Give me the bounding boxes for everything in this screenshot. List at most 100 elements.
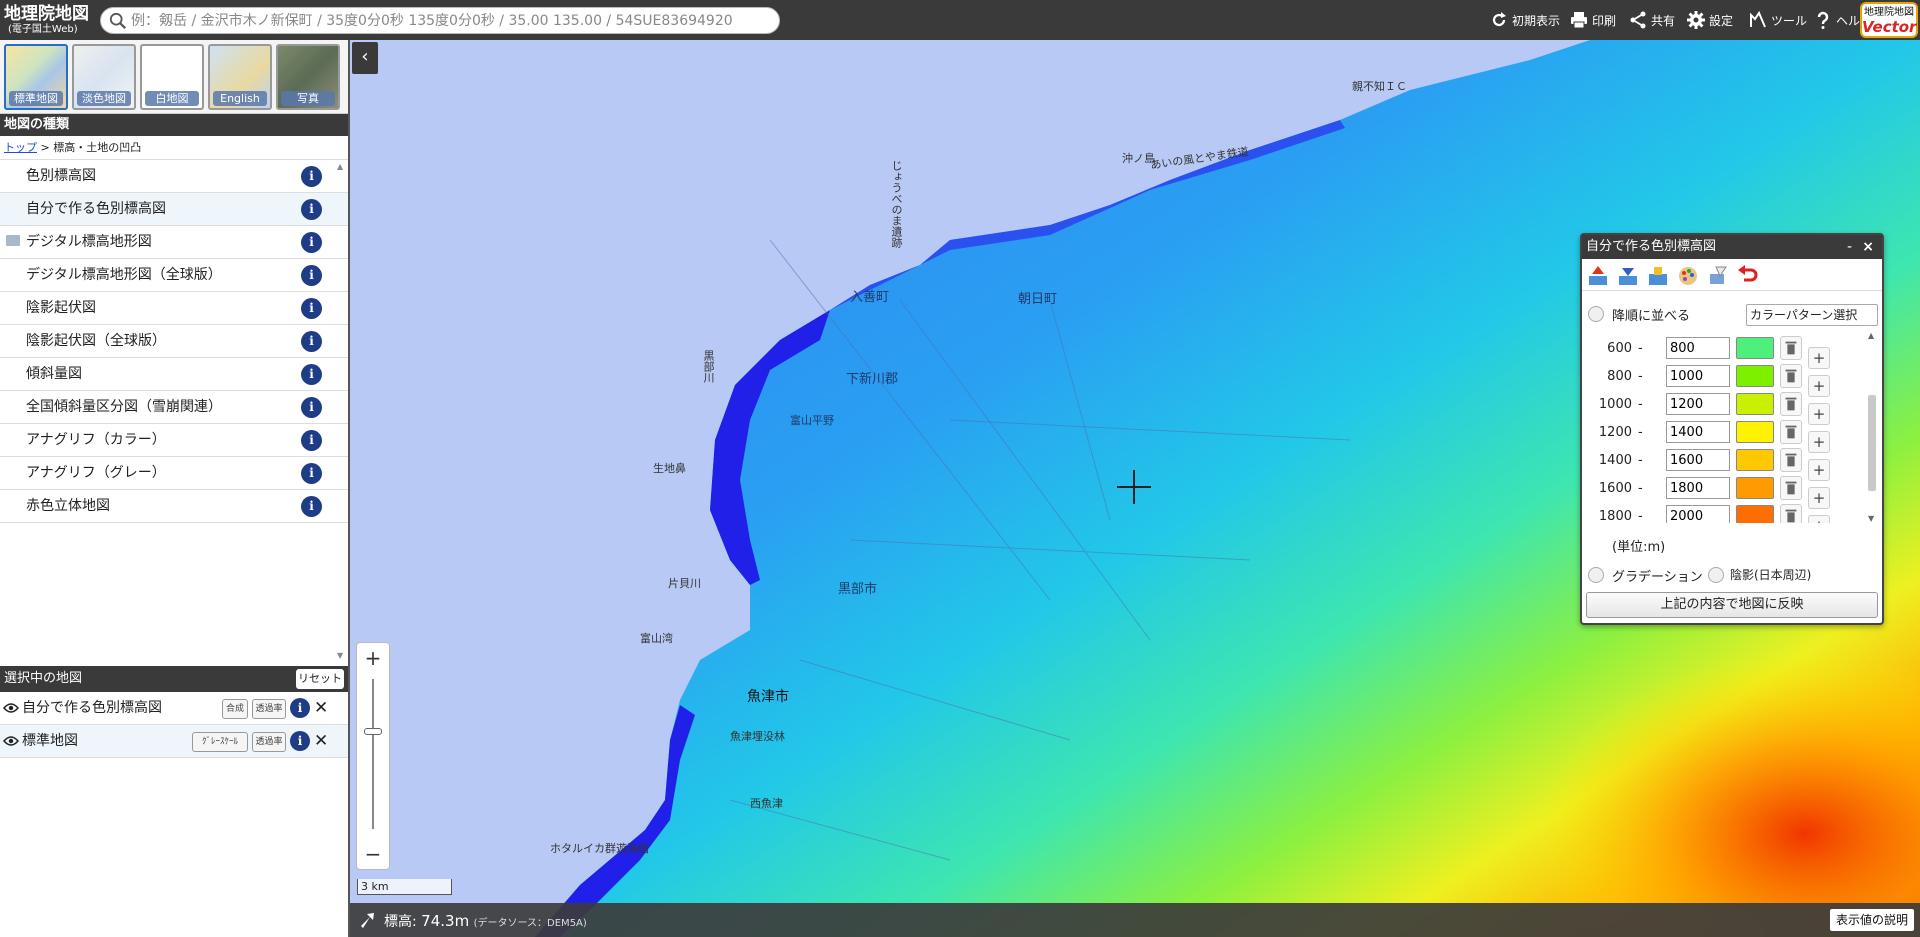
trash-icon[interactable] <box>1780 448 1802 472</box>
minimize-button[interactable]: - <box>1847 235 1852 259</box>
breadcrumb-top-link[interactable]: トップ <box>4 141 37 154</box>
add-row-button[interactable]: + <box>1808 515 1830 523</box>
reset-button[interactable]: リセット <box>296 669 344 689</box>
eye-icon[interactable] <box>3 702 19 714</box>
color-swatch[interactable] <box>1736 365 1774 387</box>
color-swatch[interactable] <box>1736 505 1774 523</box>
map-item-slope-avalanche[interactable]: 全国傾斜量区分図（雪崩関連） i <box>0 391 348 424</box>
color-swatch[interactable] <box>1736 337 1774 359</box>
info-icon[interactable]: i <box>301 199 322 220</box>
composite-button[interactable]: 合成 <box>222 699 248 719</box>
list-scrollbar[interactable]: ▲ ▼ <box>336 162 346 660</box>
map-item-hillshade[interactable]: 陰影起伏図 i <box>0 292 348 325</box>
trash-icon[interactable] <box>1780 336 1802 360</box>
undo-icon[interactable] <box>1736 264 1760 288</box>
trash-icon[interactable] <box>1780 364 1802 388</box>
tools-button[interactable]: ツール <box>1748 9 1807 31</box>
print-button[interactable]: 印刷 <box>1569 9 1616 31</box>
trash-icon[interactable] <box>1780 420 1802 444</box>
info-icon[interactable]: i <box>301 496 322 517</box>
collapse-panel-button[interactable]: ‹ <box>352 42 378 74</box>
zoom-slider-track[interactable] <box>372 679 374 829</box>
map-item-digital-elevation-folder[interactable]: デジタル標高地形図 i <box>0 226 348 259</box>
range-to-input[interactable] <box>1666 477 1730 499</box>
info-icon[interactable]: i <box>301 430 322 451</box>
opacity-button[interactable]: 透過率 <box>252 699 286 719</box>
opacity-button[interactable]: 透過率 <box>252 732 286 752</box>
grayscale-button[interactable]: ｸﾞﾚｰｽｹｰﾙ <box>192 732 248 752</box>
shade-radio[interactable] <box>1708 567 1724 583</box>
vector-map-button[interactable]: 地理院地図 Vector <box>1860 2 1918 38</box>
eraser-icon[interactable] <box>1706 264 1730 288</box>
map-item-custom-color-elevation[interactable]: 自分で作る色別標高図 i <box>0 193 348 226</box>
copy-icon[interactable] <box>1646 264 1670 288</box>
color-swatch[interactable] <box>1736 477 1774 499</box>
close-icon[interactable]: ✕ <box>314 692 328 724</box>
scroll-up-icon[interactable]: ▲ <box>337 162 343 171</box>
range-to-input[interactable] <box>1666 505 1730 523</box>
map-item-color-elevation[interactable]: 色別標高図 i <box>0 160 348 193</box>
info-icon[interactable]: i <box>290 731 310 751</box>
info-icon[interactable]: i <box>290 698 310 718</box>
search-input[interactable] <box>131 11 771 31</box>
info-icon[interactable]: i <box>301 397 322 418</box>
zoom-out-button[interactable]: − <box>357 839 389 869</box>
dialog-title: 自分で作る色別標高図 <box>1586 239 1717 254</box>
basemap-blank[interactable]: 白地図 <box>140 44 204 110</box>
app-logo[interactable]: 地理院地図 (電子国土Web) <box>4 4 96 38</box>
map-item-anaglyph-color[interactable]: アナグリフ（カラー） i <box>0 424 348 457</box>
color-swatch[interactable] <box>1736 449 1774 471</box>
share-button[interactable]: 共有 <box>1628 9 1675 31</box>
basemap-standard[interactable]: 標準地図 <box>4 44 68 110</box>
basemap-photo[interactable]: 写真 <box>276 44 340 110</box>
dialog-header[interactable]: 自分で作る色別標高図 - × <box>1582 235 1882 259</box>
close-button[interactable]: × <box>1862 235 1874 259</box>
settings-button[interactable]: 設定 <box>1686 9 1733 31</box>
map-item-anaglyph-gray[interactable]: アナグリフ（グレー） i <box>0 457 348 490</box>
eye-icon[interactable] <box>3 735 19 747</box>
sort-desc-radio[interactable] <box>1588 306 1604 322</box>
basemap-pale[interactable]: 淡色地図 <box>72 44 136 110</box>
range-to-input[interactable] <box>1666 365 1730 387</box>
explain-values-button[interactable]: 表示値の説明 <box>1830 909 1914 931</box>
upload-icon[interactable] <box>1586 264 1610 288</box>
info-icon[interactable]: i <box>301 364 322 385</box>
map-item-hillshade-global[interactable]: 陰影起伏図（全球版） i <box>0 325 348 358</box>
basemap-english[interactable]: English <box>208 44 272 110</box>
map-item-slope[interactable]: 傾斜量図 i <box>0 358 348 391</box>
info-icon[interactable]: i <box>301 265 322 286</box>
close-icon[interactable]: ✕ <box>314 725 328 757</box>
range-to-input[interactable] <box>1666 449 1730 471</box>
scroll-down-icon[interactable]: ▼ <box>337 651 343 660</box>
color-swatch[interactable] <box>1736 393 1774 415</box>
trash-icon[interactable] <box>1780 392 1802 416</box>
palette-icon[interactable] <box>1676 264 1700 288</box>
color-pattern-select[interactable]: カラーパターン選択 <box>1746 304 1878 326</box>
range-to-input[interactable] <box>1666 421 1730 443</box>
selected-layer-custom-elevation[interactable]: 自分で作る色別標高図 合成 透過率 i ✕ <box>0 692 348 725</box>
map-item-digital-elevation-global[interactable]: デジタル標高地形図（全球版） i <box>0 259 348 292</box>
trash-icon[interactable] <box>1780 476 1802 500</box>
scroll-up-icon[interactable]: ▲ <box>1868 331 1874 340</box>
color-swatch[interactable] <box>1736 421 1774 443</box>
trash-icon[interactable] <box>1780 504 1802 523</box>
info-icon[interactable]: i <box>301 232 322 253</box>
download-icon[interactable] <box>1616 264 1640 288</box>
apply-to-map-button[interactable]: 上記の内容で地図に反映 <box>1586 592 1878 618</box>
range-to-input[interactable] <box>1666 337 1730 359</box>
gradation-label: グラデーション <box>1612 570 1703 585</box>
reset-view-button[interactable]: 初期表示 <box>1489 9 1560 31</box>
zoom-slider-handle[interactable] <box>364 728 382 735</box>
gradation-radio[interactable] <box>1588 567 1604 583</box>
scroll-down-icon[interactable]: ▼ <box>1868 514 1874 523</box>
scroll-thumb[interactable] <box>1868 395 1876 491</box>
info-icon[interactable]: i <box>301 166 322 187</box>
zoom-in-button[interactable]: + <box>357 643 389 673</box>
info-icon[interactable]: i <box>301 298 322 319</box>
info-icon[interactable]: i <box>301 463 322 484</box>
selected-layer-standard[interactable]: 標準地図 ｸﾞﾚｰｽｹｰﾙ 透過率 i ✕ <box>0 725 348 758</box>
dialog-scrollbar[interactable]: ▲ ▼ <box>1866 331 1878 523</box>
info-icon[interactable]: i <box>301 331 322 352</box>
map-item-red-relief[interactable]: 赤色立体地図 i <box>0 490 348 523</box>
range-to-input[interactable] <box>1666 393 1730 415</box>
